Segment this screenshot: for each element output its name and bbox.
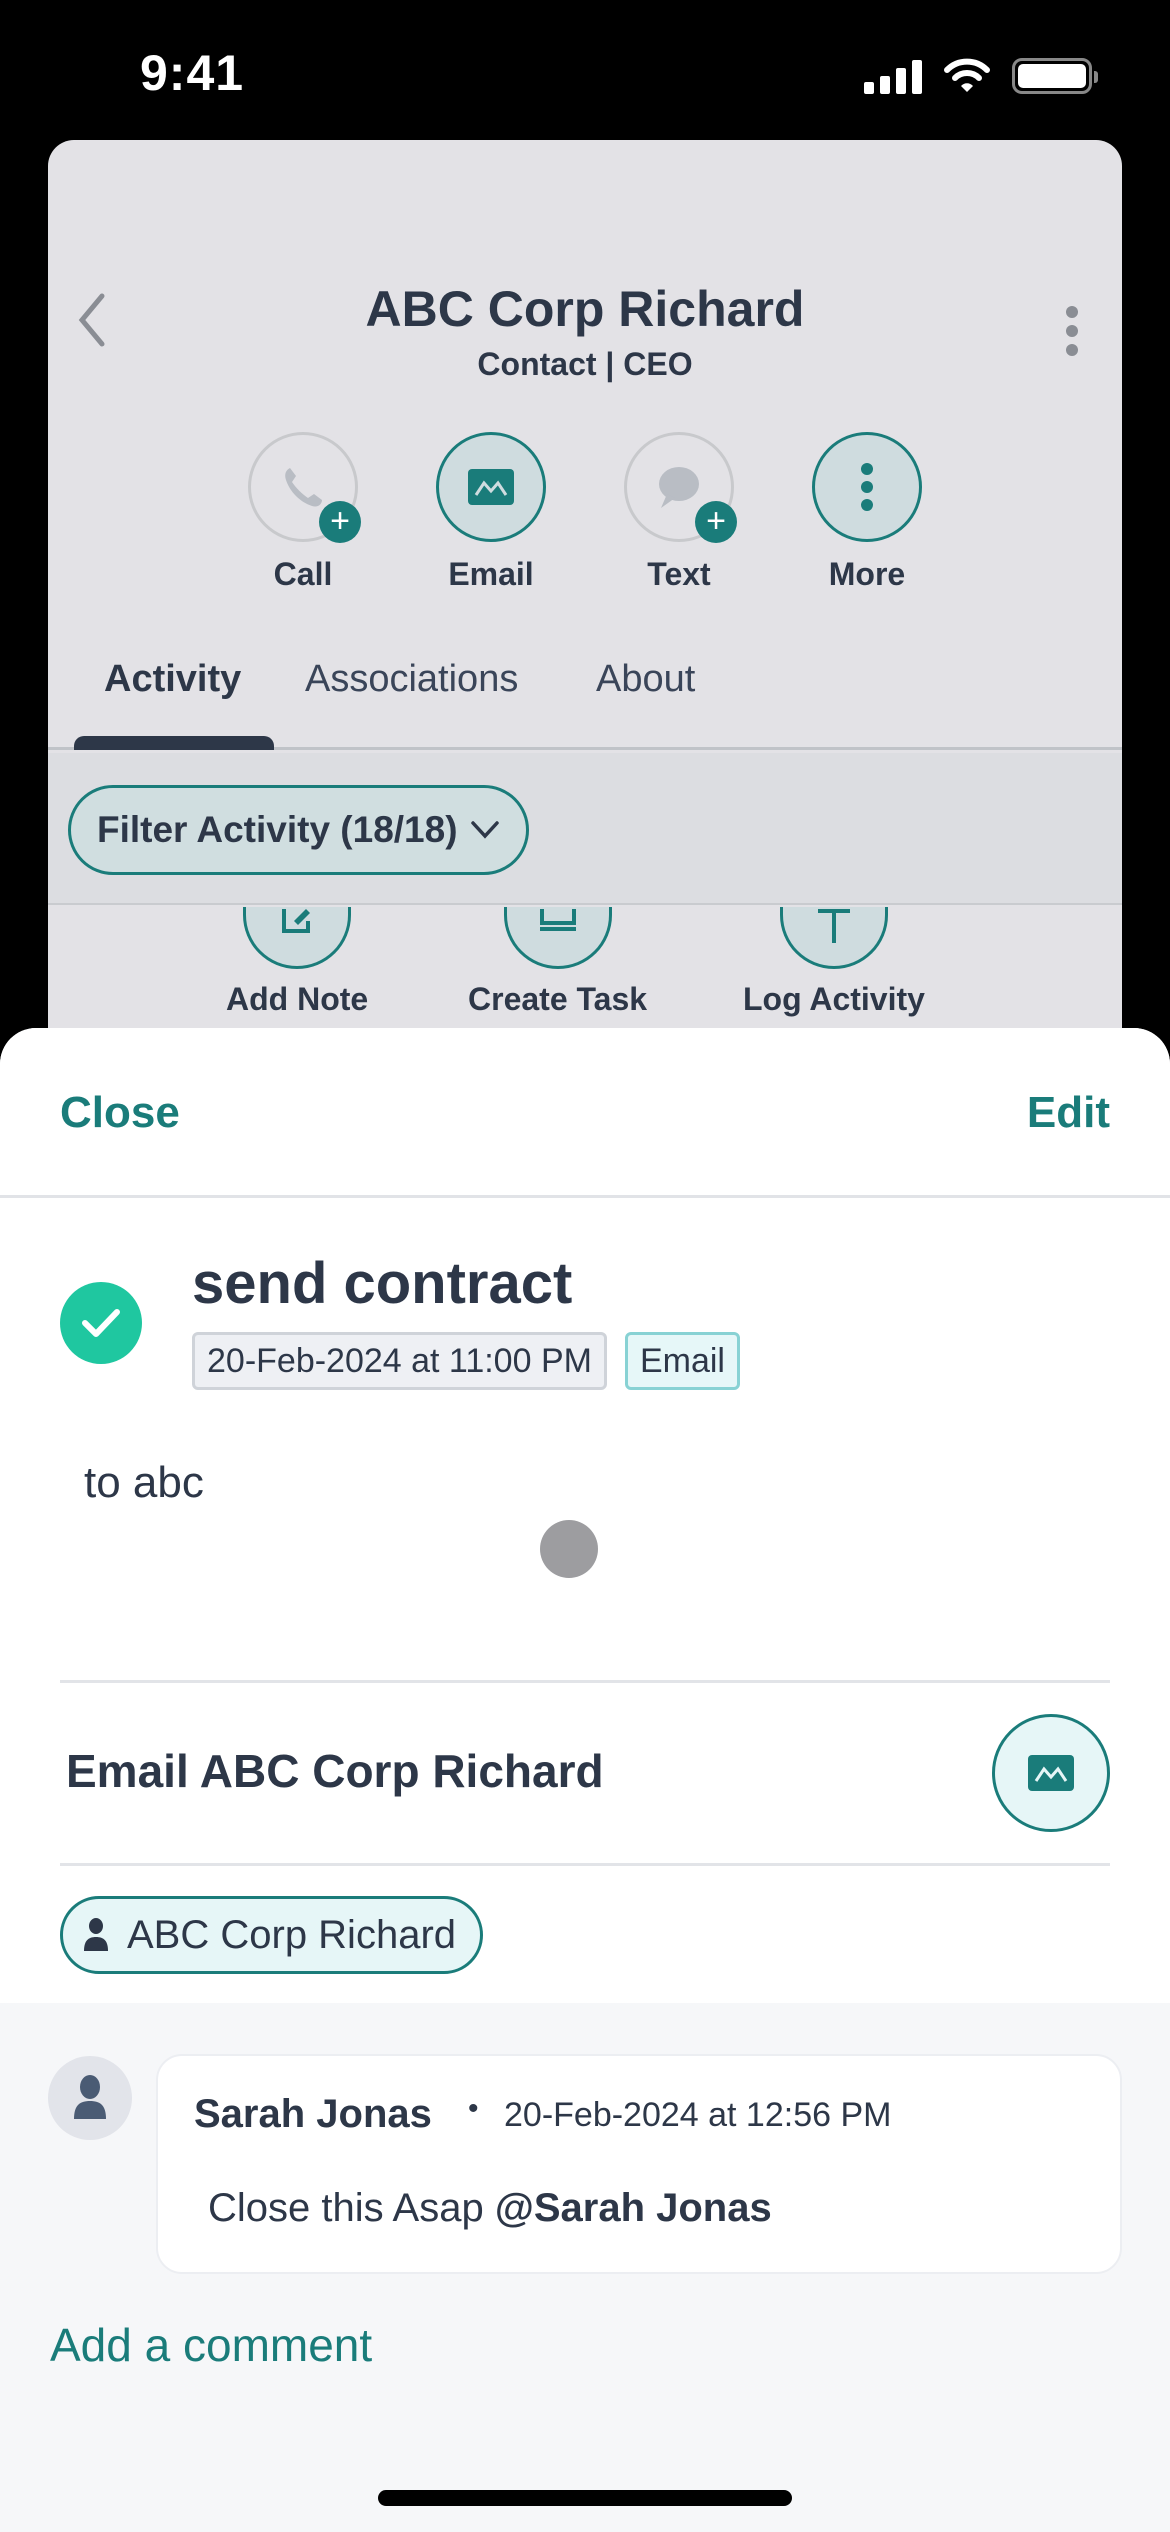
comment-mention[interactable]: @Sarah Jonas — [495, 2186, 772, 2230]
comment-author: Sarah Jonas — [194, 2092, 432, 2136]
checkmark-icon — [82, 1309, 120, 1337]
battery-icon — [1012, 58, 1098, 94]
task-title: send contract — [192, 1251, 573, 1316]
call-action-button[interactable]: + Call — [248, 432, 361, 593]
active-tab-indicator — [74, 736, 274, 750]
close-button[interactable]: Close — [60, 1088, 180, 1138]
task-tags: 20-Feb-2024 at 11:00 PM Email — [192, 1332, 740, 1390]
more-options-icon[interactable] — [1062, 306, 1082, 356]
status-time: 9:41 — [140, 45, 245, 101]
add-note-label: Add Note — [226, 981, 369, 1017]
sheet-header: Close Edit — [0, 1028, 1170, 1198]
email-contact-button[interactable] — [992, 1714, 1110, 1832]
task-type-tag: Email — [624, 1332, 740, 1390]
cellular-signal-icon — [864, 58, 922, 94]
text-action-button[interactable]: + Text — [624, 432, 737, 593]
touch-indicator — [540, 1520, 598, 1578]
kebab-icon — [861, 463, 873, 511]
comment-separator: • — [468, 2092, 479, 2125]
chat-bubble-icon — [659, 467, 699, 508]
tab-associations[interactable]: Associations — [305, 658, 518, 701]
home-indicator — [378, 2490, 792, 2506]
associated-contact-chip[interactable]: ABC Corp Richard — [60, 1896, 484, 1974]
add-note-button[interactable]: Add Note — [226, 907, 368, 1018]
mail-icon — [468, 469, 514, 505]
more-action-circle[interactable] — [812, 432, 922, 542]
comment-card: Sarah Jonas • 20-Feb-2024 at 12:56 PM Cl… — [156, 2054, 1122, 2274]
comment-text: Close this Asap @Sarah Jonas — [208, 2186, 772, 2231]
filter-activity-button[interactable]: Filter Activity (18/18) — [68, 785, 529, 875]
email-label: Email — [448, 556, 534, 592]
task-due-date-tag: 20-Feb-2024 at 11:00 PM — [192, 1332, 607, 1390]
avatar — [48, 2056, 132, 2140]
contact-name: ABC Corp Richard — [365, 281, 805, 337]
add-comment-button[interactable]: Add a comment — [50, 2318, 372, 2372]
tab-bar: Activity Associations About — [48, 658, 1122, 750]
tab-about[interactable]: About — [596, 658, 695, 701]
associated-contact-name: ABC Corp Richard — [127, 1912, 457, 1957]
more-action-button[interactable]: More — [812, 432, 922, 593]
contact-subtitle: Contact | CEO — [477, 346, 693, 382]
status-icons — [864, 58, 1098, 94]
plus-icon — [817, 909, 850, 943]
task-detail-sheet: Close Edit send contract 20-Feb-2024 at … — [0, 1028, 1170, 2532]
text-label: Text — [647, 556, 711, 592]
filter-area: Filter Activity (18/18) — [48, 753, 1122, 905]
add-plus-icon: + — [695, 501, 737, 543]
email-action-button[interactable]: Email — [436, 432, 546, 593]
call-action-circle[interactable]: + — [248, 432, 361, 543]
status-bar: 9:41 — [0, 0, 1170, 140]
more-label: More — [828, 556, 906, 592]
edit-button[interactable]: Edit — [1027, 1088, 1110, 1138]
task-notes: to abc — [84, 1458, 204, 1507]
wifi-icon — [944, 58, 990, 92]
task-completed-checkbox[interactable] — [60, 1282, 142, 1364]
tab-activity[interactable]: Activity — [104, 658, 241, 701]
log-activity-button[interactable]: Log Activity — [743, 907, 925, 1018]
text-action-circle[interactable]: + — [624, 432, 737, 543]
chevron-down-icon — [470, 821, 499, 839]
create-task-circle[interactable] — [503, 907, 612, 969]
create-task-button[interactable]: Create Task — [468, 907, 647, 1018]
note-edit-icon — [282, 909, 311, 933]
add-note-circle[interactable] — [243, 907, 352, 969]
divider — [60, 1863, 1110, 1866]
comment-text-body: Close this Asap — [208, 2186, 495, 2230]
log-activity-label: Log Activity — [743, 981, 925, 1017]
task-icon — [539, 909, 576, 931]
phone-icon — [285, 468, 322, 507]
divider — [60, 1680, 1110, 1683]
comment-timestamp: 20-Feb-2024 at 12:56 PM — [504, 2096, 892, 2134]
person-icon — [74, 2075, 106, 2119]
log-activity-circle[interactable] — [779, 907, 888, 969]
contact-card-background: ABC Corp Richard Contact | CEO + Call Em… — [48, 140, 1122, 1140]
filter-activity-label: Filter Activity (18/18) — [97, 809, 458, 850]
contact-actions: + Call Email + Text More — [48, 432, 1122, 593]
mail-icon — [1028, 1755, 1074, 1791]
add-plus-icon: + — [319, 501, 361, 543]
person-icon — [84, 1918, 108, 1951]
email-action-circle[interactable] — [436, 432, 546, 542]
create-task-label: Create Task — [468, 981, 648, 1017]
call-label: Call — [273, 556, 333, 592]
email-contact-label: Email ABC Corp Richard — [66, 1745, 604, 1797]
